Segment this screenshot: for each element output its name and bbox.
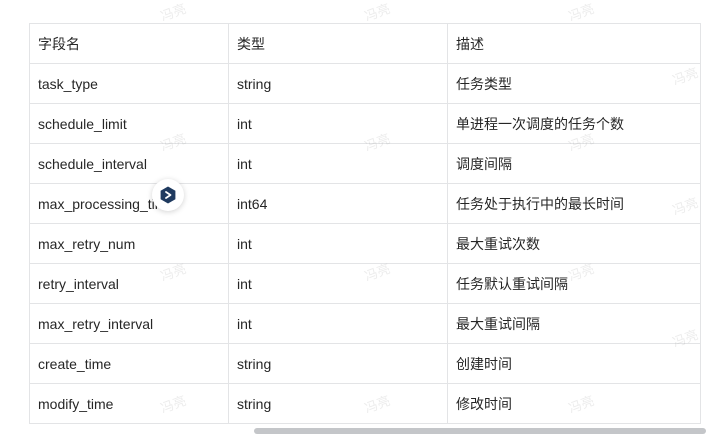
cell-type: int [228,143,448,184]
table-row: task_type string 任务类型 [29,63,701,104]
cell-field-name: schedule_interval [29,143,229,184]
table-row: schedule_limit int 单进程一次调度的任务个数 [29,103,701,144]
cell-description: 任务默认重试间隔 [447,263,701,304]
table-row: max_retry_interval int 最大重试间隔 [29,303,701,344]
table-row: modify_time string 修改时间 [29,383,701,424]
cell-type: int [228,103,448,144]
cell-type: string [228,343,448,384]
cell-type: string [228,383,448,424]
header-type: 类型 [228,23,448,64]
cell-field-name: max_retry_interval [29,303,229,344]
cell-field-name: create_time [29,343,229,384]
cell-type: int [228,263,448,304]
header-field-name: 字段名 [29,23,229,64]
table-row: schedule_interval int 调度间隔 [29,143,701,184]
table-row: max_retry_num int 最大重试次数 [29,223,701,264]
cell-field-name: retry_interval [29,263,229,304]
cell-type: string [228,63,448,104]
table-row: create_time string 创建时间 [29,343,701,384]
cell-type: int [228,223,448,264]
cell-field-name: modify_time [29,383,229,424]
cell-type: int64 [228,183,448,224]
header-description: 描述 [447,23,701,64]
watermark: 冯亮 [158,0,189,24]
table-row: max_processing_time int64 任务处于执行中的最长时间 [29,183,701,224]
cell-type: int [228,303,448,344]
cell-description: 任务类型 [447,63,701,104]
cell-field-name: max_processing_time [29,183,229,224]
cell-field-name: task_type [29,63,229,104]
watermark: 冯亮 [362,0,393,24]
cell-description: 单进程一次调度的任务个数 [447,103,701,144]
cell-description: 任务处于执行中的最长时间 [447,183,701,224]
cell-description: 最大重试间隔 [447,303,701,344]
cell-description: 创建时间 [447,343,701,384]
cell-field-name: schedule_limit [29,103,229,144]
watermark: 冯亮 [566,0,597,24]
cell-field-name: max_retry_num [29,223,229,264]
assistant-badge-button[interactable] [152,179,184,211]
assistant-hexagon-icon [160,186,176,204]
cell-description: 调度间隔 [447,143,701,184]
cell-description: 修改时间 [447,383,701,424]
table-row: retry_interval int 任务默认重试间隔 [29,263,701,304]
cell-description: 最大重试次数 [447,223,701,264]
page: 字段名 类型 描述 task_type string 任务类型 schedule… [0,0,724,440]
horizontal-scrollbar[interactable] [254,428,706,434]
field-table: 字段名 类型 描述 task_type string 任务类型 schedule… [29,23,701,424]
table-header-row: 字段名 类型 描述 [29,23,701,64]
